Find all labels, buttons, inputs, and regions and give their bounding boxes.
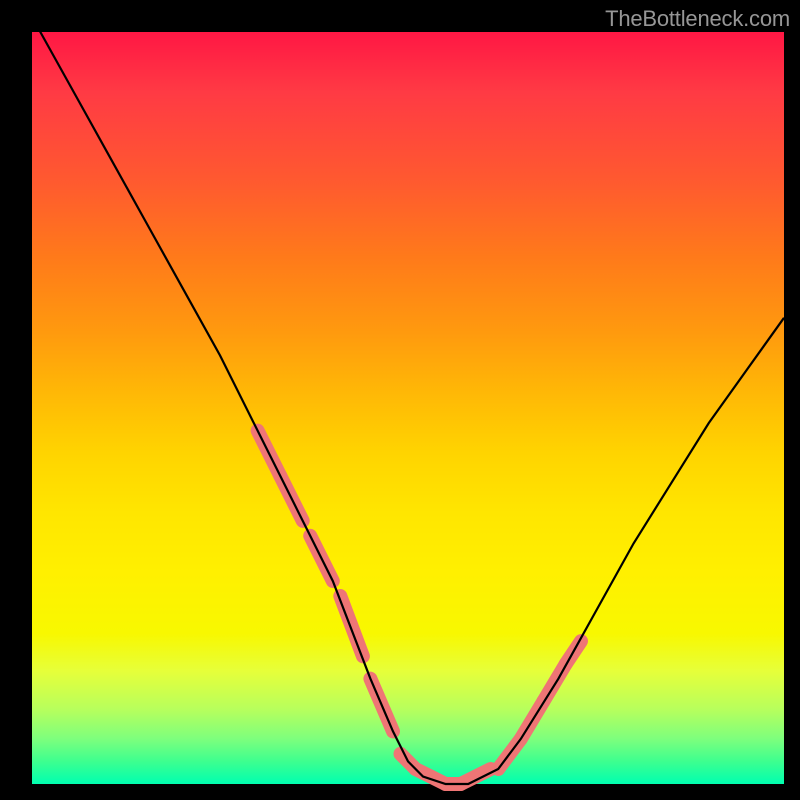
- bottleneck-curve: [32, 17, 784, 784]
- marker-group: [258, 431, 581, 784]
- plot-area: [32, 32, 784, 784]
- curve-layer: [32, 32, 784, 784]
- chart-frame: TheBottleneck.com: [0, 0, 800, 800]
- watermark-text: TheBottleneck.com: [605, 6, 790, 32]
- highlight-segment: [340, 596, 363, 656]
